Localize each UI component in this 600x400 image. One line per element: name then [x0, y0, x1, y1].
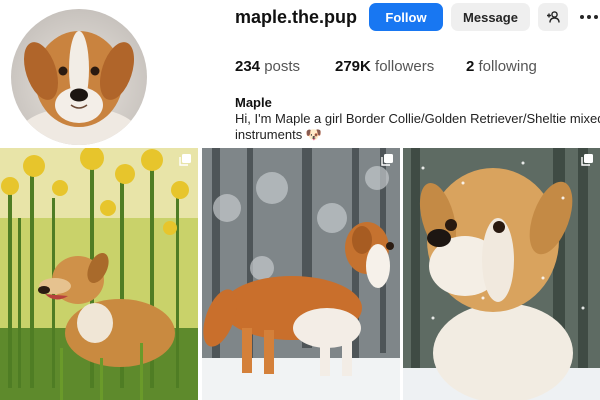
following-label: following	[478, 58, 537, 75]
profile-username: maple.the.pup	[235, 7, 358, 27]
posts-stat: 234 posts	[235, 58, 300, 76]
multiple-photos-icon	[381, 154, 393, 166]
profile-avatar[interactable]	[11, 9, 147, 145]
add-person-icon	[547, 11, 560, 23]
posts-count: 234	[235, 58, 261, 75]
profile-bio-line2: instruments 🐶	[235, 127, 322, 142]
following-count: 2	[466, 58, 475, 75]
post-thumbnail[interactable]	[403, 148, 600, 400]
bio-link-partial[interactable]	[235, 143, 435, 147]
suggest-accounts-button[interactable]	[538, 3, 568, 31]
followers-count: 279K	[335, 58, 371, 75]
post-image-snowy-dog-closeup	[403, 148, 600, 400]
post-image-dog-in-snow	[202, 148, 400, 400]
followers-label: followers	[375, 58, 435, 75]
follow-button[interactable]: Follow	[369, 3, 443, 31]
following-stat[interactable]: 2 following	[466, 58, 537, 76]
profile-display-name: Maple	[235, 95, 272, 110]
posts-grid	[0, 148, 600, 400]
multiple-photos-icon	[581, 154, 593, 166]
more-options-icon	[580, 15, 598, 19]
more-options-button[interactable]	[578, 3, 600, 31]
dog-portrait-icon	[17, 31, 141, 145]
followers-stat[interactable]: 279K followers	[335, 58, 434, 76]
post-thumbnail[interactable]	[0, 148, 198, 400]
profile-bio-line1: Hi, I'm Maple a girl Border Collie/Golde…	[235, 111, 600, 126]
message-button[interactable]: Message	[451, 3, 530, 31]
multiple-photos-icon	[179, 154, 191, 166]
posts-label: posts	[264, 58, 301, 75]
post-image-dog-in-flowers	[0, 148, 198, 400]
post-thumbnail[interactable]	[202, 148, 400, 400]
